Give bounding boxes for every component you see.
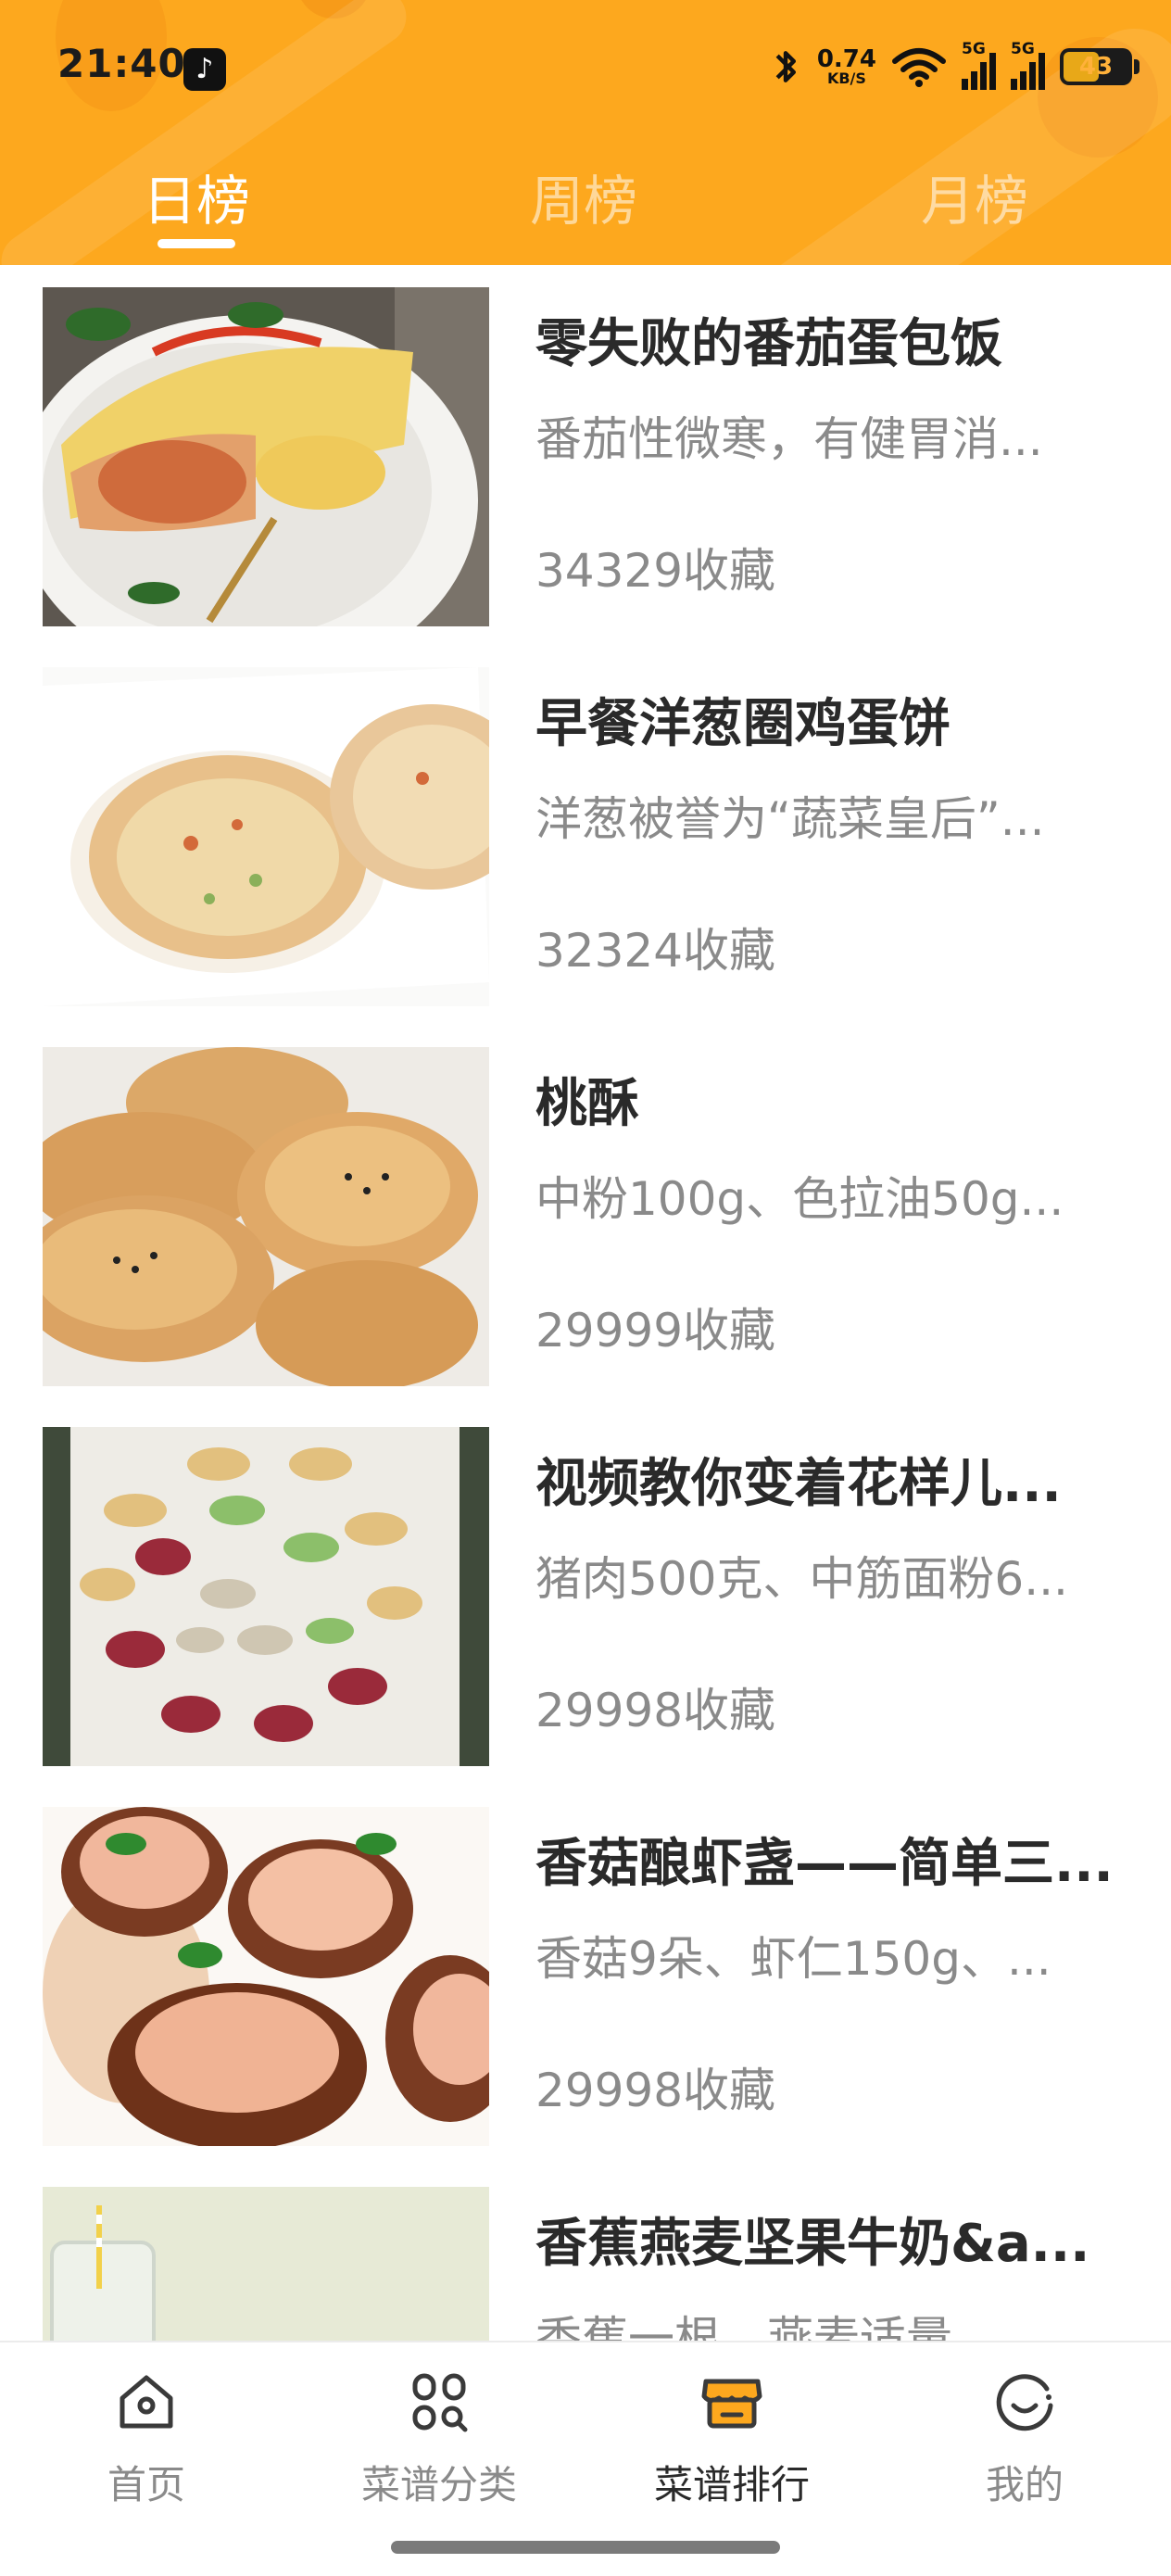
recipe-item[interactable]: 桃酥 中粉100g、色拉油50g... 29999收藏 xyxy=(0,1025,1171,1386)
recipe-item[interactable]: 视频教你变着花样儿... 猪肉500克、中筋面粉6... 29998收藏 xyxy=(0,1405,1171,1766)
recipe-image xyxy=(43,1047,489,1386)
nav-category-label: 菜谱分类 xyxy=(360,2462,517,2507)
recipe-item[interactable]: 香菇酿虾盏——简单三... 香菇9朵、虾仁150g、... 29998收藏 xyxy=(0,1785,1171,2146)
recipe-desc: 香蕉一根、燕麦适量... xyxy=(535,2312,997,2341)
recipe-desc: 猪肉500克、中筋面粉6... xyxy=(535,1552,1068,1606)
tab-daily[interactable]: 日榜 xyxy=(85,158,308,235)
recipe-desc: 洋葱被誉为“蔬菜皇后”... xyxy=(535,792,1045,846)
header: 21:40 ♪ 0.74 KB/S 5G 5G 43 日榜 周榜 月榜 xyxy=(0,0,1171,265)
tab-indicator xyxy=(157,239,235,248)
recipe-favorites: 29998收藏 xyxy=(535,1684,776,1737)
nav-ranking-label: 菜谱排行 xyxy=(653,2462,810,2507)
nav-category[interactable]: 菜谱分类 xyxy=(319,2368,560,2510)
recipe-desc: 番茄性微寒，有健胃消... xyxy=(535,412,1043,466)
recipe-title: 香蕉燕麦坚果牛奶&a... xyxy=(535,2214,1090,2274)
recipe-image xyxy=(43,2187,489,2341)
ranking-shop-icon xyxy=(701,2379,762,2429)
network-speed-value: 0.74 xyxy=(816,45,876,73)
home-icon xyxy=(120,2375,173,2429)
nav-profile-label: 我的 xyxy=(985,2462,1064,2507)
battery-level: 43 xyxy=(1078,53,1114,81)
recipe-title: 零失败的番茄蛋包饭 xyxy=(535,314,1002,374)
recipe-item[interactable]: 香蕉燕麦坚果牛奶&a... 香蕉一根、燕麦适量... xyxy=(0,2165,1171,2341)
recipe-image xyxy=(43,1807,489,2146)
signal-icon: 5G xyxy=(1011,40,1045,90)
nav-profile[interactable]: 我的 xyxy=(904,2368,1145,2510)
recipe-favorites: 29999收藏 xyxy=(535,1304,776,1357)
network-speed-unit: KB/S xyxy=(826,69,866,87)
recipe-favorites: 32324收藏 xyxy=(535,924,776,978)
recipe-image xyxy=(43,287,489,626)
battery-icon: 43 xyxy=(1060,48,1140,85)
recipe-item[interactable]: 零失败的番茄蛋包饭 番茄性微寒，有健胃消... 34329收藏 xyxy=(0,265,1171,626)
tiktok-icon: ♪ xyxy=(183,48,226,91)
nav-home[interactable]: 首页 xyxy=(26,2368,267,2510)
status-icons: 0.74 KB/S 5G 5G 43 xyxy=(769,40,1140,93)
category-icon xyxy=(412,2373,468,2432)
recipe-item[interactable]: 早餐洋葱圈鸡蛋饼 洋葱被誉为“蔬菜皇后”... 32324收藏 xyxy=(0,645,1171,1006)
wifi-icon xyxy=(892,48,946,87)
signal-icon: 5G xyxy=(962,40,996,90)
tab-monthly[interactable]: 月榜 xyxy=(863,158,1086,235)
recipe-title: 桃酥 xyxy=(535,1074,639,1134)
recipe-title: 早餐洋葱圈鸡蛋饼 xyxy=(535,694,951,754)
recipe-list[interactable]: 零失败的番茄蛋包饭 番茄性微寒，有健胃消... 34329收藏 早餐洋葱圈鸡蛋饼… xyxy=(0,265,1171,2341)
recipe-favorites: 29998收藏 xyxy=(535,2064,776,2117)
recipe-title: 视频教你变着花样儿... xyxy=(535,1454,1062,1514)
bluetooth-icon xyxy=(775,51,796,82)
signal-label: 5G xyxy=(962,40,986,58)
status-bar: 21:40 ♪ 0.74 KB/S 5G 5G 43 xyxy=(0,0,1171,130)
signal-label: 5G xyxy=(1011,40,1035,58)
ranking-tabs: 日榜 周榜 月榜 xyxy=(0,148,1171,265)
recipe-desc: 中粉100g、色拉油50g... xyxy=(535,1172,1064,1226)
network-speed: 0.74 KB/S xyxy=(817,47,876,86)
profile-smile-icon xyxy=(996,2374,1053,2431)
status-time: 21:40 xyxy=(57,41,186,86)
recipe-desc: 香菇9朵、虾仁150g、... xyxy=(535,1932,1051,1986)
recipe-favorites: 34329收藏 xyxy=(535,544,776,598)
recipe-image xyxy=(43,1427,489,1766)
recipe-title: 香菇酿虾盏——简单三... xyxy=(535,1834,1114,1894)
nav-ranking[interactable]: 菜谱排行 xyxy=(611,2368,852,2510)
tab-weekly[interactable]: 周榜 xyxy=(472,158,695,235)
recipe-image xyxy=(43,667,489,1006)
nav-home-label: 首页 xyxy=(107,2462,185,2507)
home-indicator-bar[interactable] xyxy=(391,2541,780,2554)
